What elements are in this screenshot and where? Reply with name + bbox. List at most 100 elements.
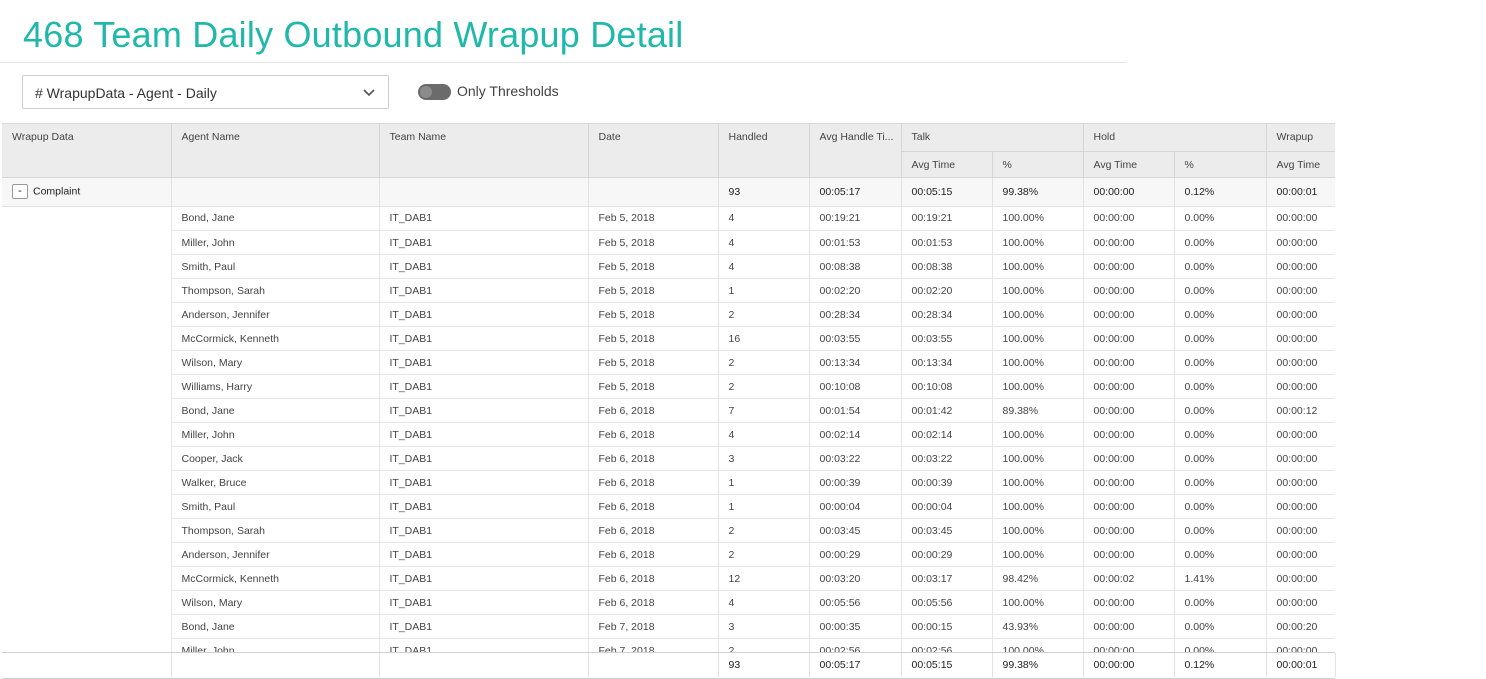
cell-handled: 4 — [718, 422, 810, 447]
table-row[interactable]: Bond, Jane IT_DAB1 Feb 6, 2018 7 00:01:54 00:… — [2, 398, 1335, 423]
data-rows: Bond, Jane IT_DAB1 Feb 5, 2018 4 00:19:21 00:… — [2, 206, 1335, 654]
group-wrapup-avg: 00:00:01 — [1266, 177, 1335, 207]
col-header-team-name[interactable]: Team Name — [379, 124, 589, 178]
cell-agent-name: Smith, Paul — [171, 254, 380, 279]
table-row[interactable]: Cooper, Jack IT_DAB1 Feb 6, 2018 3 00:03:22 0… — [2, 446, 1335, 471]
cell-hold-pct: 0.00% — [1174, 518, 1267, 543]
cell-team-name: IT_DAB1 — [379, 542, 589, 567]
cell-talk-pct: 98.42% — [992, 566, 1084, 591]
cell-hold-pct: 0.00% — [1174, 326, 1267, 351]
cell-wrapup-avg: 00:00:00 — [1266, 350, 1335, 375]
cell-talk-pct: 100.00% — [992, 446, 1084, 471]
table-row[interactable]: Miller, John IT_DAB1 Feb 5, 2018 4 00:01:53 0… — [2, 230, 1335, 255]
table-row[interactable]: Thompson, Sarah IT_DAB1 Feb 5, 2018 1 00:02:… — [2, 278, 1335, 303]
cell-handled: 4 — [718, 206, 810, 231]
table-row[interactable]: Smith, Paul IT_DAB1 Feb 6, 2018 1 00:00:04 00… — [2, 494, 1335, 519]
wrapup-data-cell — [2, 542, 172, 567]
cell-hold-pct: 0.00% — [1174, 494, 1267, 519]
col-header-wrapup-data[interactable]: Wrapup Data — [2, 124, 172, 178]
col-header-avg-handle-time[interactable]: Avg Handle Ti... — [809, 124, 902, 178]
cell-agent-name: Cooper, Jack — [171, 446, 380, 471]
cell-agent-name: Bond, Jane — [171, 398, 380, 423]
cell-team-name: IT_DAB1 — [379, 470, 589, 495]
cell-talk-pct: 100.00% — [992, 278, 1084, 303]
cell-talk-avg: 00:28:34 — [901, 302, 993, 327]
totals-cell-empty — [2, 653, 172, 677]
col-header-wrapup-avg-time[interactable]: Avg Time — [1266, 151, 1335, 178]
col-header-hold-avg-time[interactable]: Avg Time — [1083, 151, 1175, 178]
totals-handled: 93 — [718, 653, 810, 677]
table-row[interactable]: Walker, Bruce IT_DAB1 Feb 6, 2018 1 00:00:39… — [2, 470, 1335, 495]
col-header-hold-percent[interactable]: % — [1174, 151, 1267, 178]
wrapup-data-cell — [2, 518, 172, 543]
title-divider — [0, 62, 1127, 63]
table-row[interactable]: Wilson, Mary IT_DAB1 Feb 5, 2018 2 00:13:34 0… — [2, 350, 1335, 375]
col-header-date[interactable]: Date — [588, 124, 719, 178]
cell-wrapup-avg: 00:00:00 — [1266, 542, 1335, 567]
table-row[interactable]: McCormick, Kenneth IT_DAB1 Feb 5, 2018 16 00… — [2, 326, 1335, 351]
cell-talk-pct: 100.00% — [992, 374, 1084, 399]
cell-date: Feb 6, 2018 — [588, 590, 719, 615]
cell-hold-avg: 00:00:00 — [1083, 350, 1175, 375]
cell-talk-pct: 100.00% — [992, 254, 1084, 279]
cell-talk-avg: 00:00:15 — [901, 614, 993, 639]
col-header-handled[interactable]: Handled — [718, 124, 810, 178]
only-thresholds-toggle[interactable] — [418, 84, 451, 100]
cell-team-name: IT_DAB1 — [379, 494, 589, 519]
cell-handled: 4 — [718, 230, 810, 255]
table-row[interactable]: Wilson, Mary IT_DAB1 Feb 6, 2018 4 00:05:56 0… — [2, 590, 1335, 615]
cell-team-name: IT_DAB1 — [379, 566, 589, 591]
cell-team-name: IT_DAB1 — [379, 590, 589, 615]
report-select-dropdown[interactable]: # WrapupData - Agent - Daily — [22, 75, 389, 109]
wrapup-data-cell — [2, 206, 172, 231]
totals-talk-avg: 00:05:15 — [901, 653, 993, 677]
cell-date: Feb 6, 2018 — [588, 518, 719, 543]
col-header-talk-avg-time[interactable]: Avg Time — [901, 151, 993, 178]
table-row[interactable]: McCormick, Kenneth IT_DAB1 Feb 6, 2018 12 00… — [2, 566, 1335, 591]
cell-hold-avg: 00:00:00 — [1083, 326, 1175, 351]
wrapup-data-cell — [2, 278, 172, 303]
cell-hold-avg: 00:00:00 — [1083, 494, 1175, 519]
collapse-group-button[interactable]: - — [12, 184, 28, 199]
cell-talk-avg: 00:02:14 — [901, 422, 993, 447]
cell-hold-pct: 0.00% — [1174, 590, 1267, 615]
cell-agent-name: Anderson, Jennifer — [171, 302, 380, 327]
table-row[interactable]: Miller, John IT_DAB1 Feb 6, 2018 4 00:02:14 0… — [2, 422, 1335, 447]
wrapup-data-cell — [2, 302, 172, 327]
chevron-down-icon — [363, 89, 375, 97]
cell-handled: 2 — [718, 302, 810, 327]
wrapup-data-cell — [2, 350, 172, 375]
cell-handled: 7 — [718, 398, 810, 423]
table-row[interactable]: Anderson, Jennifer IT_DAB1 Feb 6, 2018 2 00:… — [2, 542, 1335, 567]
cell-talk-avg: 00:00:39 — [901, 470, 993, 495]
col-header-agent-name[interactable]: Agent Name — [171, 124, 380, 178]
wrapup-data-cell — [2, 494, 172, 519]
cell-handled: 2 — [718, 542, 810, 567]
col-header-talk-percent[interactable]: % — [992, 151, 1084, 178]
report-grid: Wrapup Data Agent Name Team Name Date Ha… — [2, 123, 1335, 678]
cell-hold-avg: 00:00:00 — [1083, 422, 1175, 447]
table-row[interactable]: Williams, Harry IT_DAB1 Feb 5, 2018 2 00:10:… — [2, 374, 1335, 399]
cell-avg-handle: 00:00:29 — [809, 542, 902, 567]
table-row[interactable]: Anderson, Jennifer IT_DAB1 Feb 5, 2018 2 00:… — [2, 302, 1335, 327]
table-row[interactable]: Bond, Jane IT_DAB1 Feb 5, 2018 4 00:19:21 00:… — [2, 206, 1335, 231]
grid-body-scroll[interactable]: Bond, Jane IT_DAB1 Feb 5, 2018 4 00:19:21 00:… — [2, 206, 1335, 654]
cell-talk-pct: 43.93% — [992, 614, 1084, 639]
cell-talk-avg: 00:08:38 — [901, 254, 993, 279]
cell-avg-handle: 00:08:38 — [809, 254, 902, 279]
cell-talk-avg: 00:10:08 — [901, 374, 993, 399]
wrapup-data-cell — [2, 254, 172, 279]
table-row[interactable]: Thompson, Sarah IT_DAB1 Feb 6, 2018 2 00:03:… — [2, 518, 1335, 543]
cell-team-name: IT_DAB1 — [379, 350, 589, 375]
cell-talk-avg: 00:03:22 — [901, 446, 993, 471]
cell-hold-avg: 00:00:00 — [1083, 542, 1175, 567]
toggle-knob — [420, 86, 432, 98]
cell-avg-handle: 00:01:53 — [809, 230, 902, 255]
table-row[interactable]: Smith, Paul IT_DAB1 Feb 5, 2018 4 00:08:38 00… — [2, 254, 1335, 279]
group-cell-empty — [379, 177, 589, 207]
cell-hold-avg: 00:00:00 — [1083, 206, 1175, 231]
totals-row: 93 00:05:17 00:05:15 99.38% 00:00:00 0.1… — [2, 653, 1336, 677]
table-row[interactable]: Bond, Jane IT_DAB1 Feb 7, 2018 3 00:00:35 00:… — [2, 614, 1335, 639]
wrapup-data-cell — [2, 470, 172, 495]
cell-wrapup-avg: 00:00:00 — [1266, 518, 1335, 543]
